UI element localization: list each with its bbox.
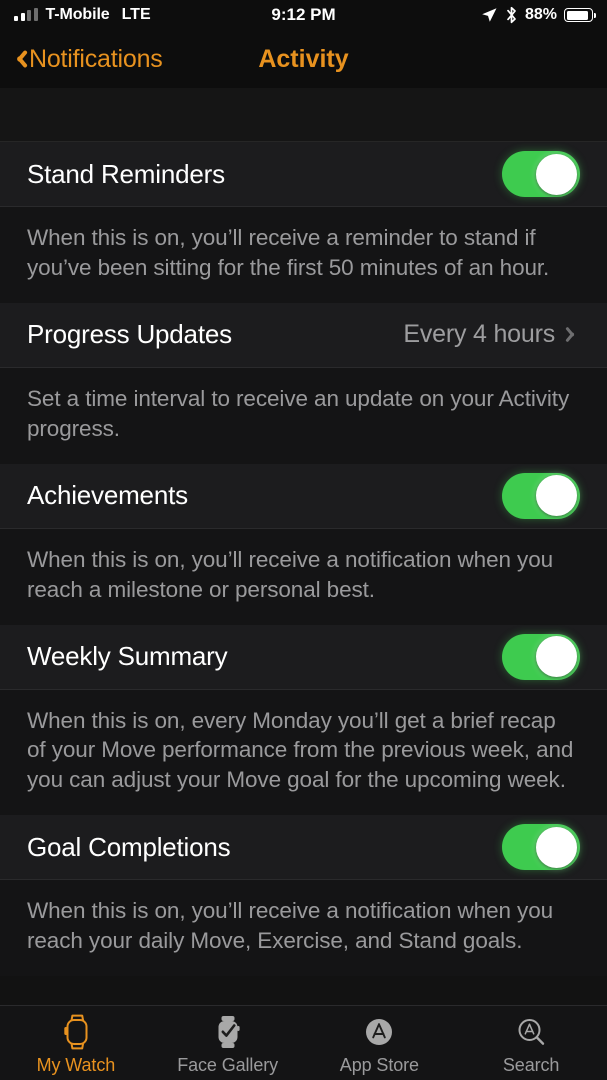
- toggle-weekly-summary[interactable]: [502, 633, 580, 680]
- setting-description-stand-reminders: When this is on, you’ll receive a remind…: [0, 207, 607, 303]
- search-app-store-icon: [514, 1012, 548, 1052]
- settings-list[interactable]: Stand Reminders When this is on, you’ll …: [0, 88, 607, 1005]
- setting-control: [502, 472, 580, 519]
- setting-description-progress-updates: Set a time interval to receive an update…: [0, 367, 607, 464]
- navigation-bar: Notifications Activity: [0, 30, 607, 88]
- setting-row-weekly-summary[interactable]: Weekly Summary: [0, 624, 607, 690]
- back-button[interactable]: Notifications: [12, 45, 163, 74]
- setting-row-achievements[interactable]: Achievements: [0, 463, 607, 529]
- setting-control: [502, 824, 580, 871]
- carrier-name: T-Mobile: [45, 6, 110, 23]
- iphone-screen: T-Mobile LTE 9:12 PM 88% Notifications A…: [0, 0, 607, 1080]
- tab-my-watch[interactable]: My Watch: [0, 1012, 152, 1076]
- status-bar-left: T-Mobile LTE: [14, 6, 151, 24]
- back-button-label: Notifications: [29, 44, 163, 73]
- tab-label: My Watch: [36, 1055, 116, 1075]
- setting-row-progress-updates[interactable]: Progress Updates Every 4 hours: [0, 302, 607, 368]
- toggle-achievements[interactable]: [502, 472, 580, 519]
- bluetooth-icon: [507, 6, 516, 24]
- watch-face-check-icon: [211, 1012, 245, 1052]
- tab-bar: My Watch Face Gallery App Store Search: [0, 1005, 607, 1080]
- chevron-left-icon: [12, 48, 25, 70]
- setting-title: Stand Reminders: [27, 158, 225, 189]
- signal-bars-icon: [14, 8, 38, 21]
- setting-row-goal-completions[interactable]: Goal Completions: [0, 815, 607, 881]
- tab-label: Face Gallery: [177, 1055, 279, 1075]
- list-top-spacer: [0, 88, 607, 142]
- status-bar-right: 88%: [480, 6, 596, 24]
- setting-row-stand-reminders[interactable]: Stand Reminders: [0, 142, 607, 207]
- toggle-goal-completions[interactable]: [502, 824, 580, 871]
- battery-percent: 88%: [524, 6, 557, 23]
- setting-title: Weekly Summary: [27, 641, 228, 672]
- setting-description-goal-completions: When this is on, you’ll receive a notifi…: [0, 880, 607, 977]
- setting-control: Every 4 hours: [403, 320, 580, 349]
- setting-value-progress-updates: Every 4 hours: [403, 320, 555, 349]
- watch-icon: [59, 1012, 93, 1052]
- battery-icon: [564, 8, 596, 22]
- setting-description-weekly-summary: When this is on, every Monday you’ll get…: [0, 689, 607, 816]
- tab-label: Search: [502, 1055, 560, 1075]
- chevron-right-icon: [569, 325, 580, 345]
- status-bar: T-Mobile LTE 9:12 PM 88%: [0, 0, 607, 30]
- tab-app-store[interactable]: App Store: [304, 1012, 456, 1076]
- setting-title: Progress Updates: [27, 319, 232, 350]
- network-type: LTE: [121, 6, 151, 23]
- tab-face-gallery[interactable]: Face Gallery: [152, 1012, 304, 1076]
- tab-search[interactable]: Search: [455, 1012, 607, 1076]
- setting-description-achievements: When this is on, you’ll receive a notifi…: [0, 528, 607, 625]
- setting-title: Achievements: [27, 480, 188, 511]
- setting-control: [502, 633, 580, 680]
- toggle-stand-reminders[interactable]: [502, 151, 580, 197]
- setting-control: [502, 151, 580, 197]
- app-store-icon: [362, 1012, 396, 1052]
- setting-title: Goal Completions: [27, 831, 231, 862]
- tab-label: App Store: [339, 1055, 419, 1075]
- location-arrow-icon: [482, 8, 497, 22]
